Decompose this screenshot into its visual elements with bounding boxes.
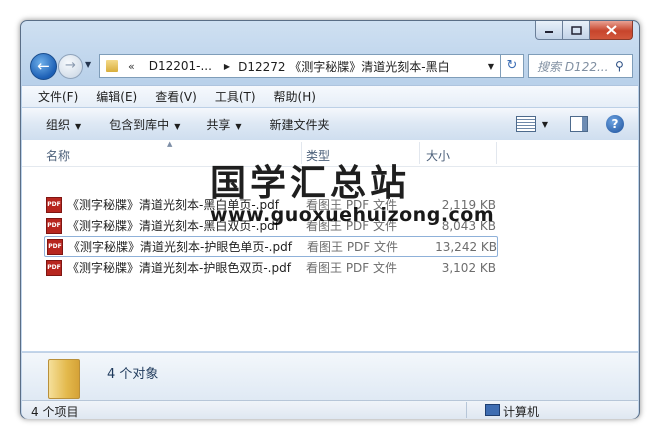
- pdf-icon: PDF: [46, 217, 62, 234]
- back-button[interactable]: ←: [30, 53, 57, 80]
- chevron-down-icon: ▼: [235, 121, 242, 131]
- include-in-library-button[interactable]: 包含到库中 ▼: [101, 116, 188, 133]
- maximize-button[interactable]: [563, 21, 590, 40]
- search-box[interactable]: 搜索 D122... ⚲: [528, 54, 633, 78]
- address-dropdown-icon[interactable]: ▼: [488, 62, 494, 71]
- status-bar: 4 个项目 计算机: [22, 400, 638, 419]
- breadcrumb-d12201[interactable]: D12201-...: [149, 59, 212, 73]
- view-dropdown-icon[interactable]: ▼: [542, 120, 548, 129]
- share-button[interactable]: 共享 ▼: [198, 116, 249, 133]
- folder-icon: [106, 60, 118, 72]
- column-name[interactable]: 名称: [46, 147, 70, 164]
- menu-bar: 文件(F) 编辑(E) 查看(V) 工具(T) 帮助(H): [22, 85, 638, 107]
- file-row[interactable]: PDF 《测字秘牒》清道光刻本-黑白单页-.pdf 看图王 PDF 文件 2,1…: [44, 195, 496, 214]
- refresh-icon: ↻: [506, 58, 518, 73]
- column-divider[interactable]: [419, 142, 420, 164]
- file-size: 8,043 KB: [441, 218, 496, 233]
- include-library-label: 包含到库中: [109, 117, 170, 132]
- file-row-selected[interactable]: PDF 《测字秘牒》清道光刻本-护眼色单页-.pdf 看图王 PDF 文件 13…: [44, 236, 498, 257]
- toolbar-right: ▼ ?: [515, 108, 638, 140]
- column-size[interactable]: 大小: [426, 147, 450, 164]
- preview-pane-icon[interactable]: [570, 116, 588, 132]
- file-name: 《测字秘牒》清道光刻本-黑白单页-.pdf: [67, 198, 279, 212]
- chevron-down-icon: ▼: [75, 121, 82, 131]
- address-bar[interactable]: « D12201-... ▶ D12272 《测字秘牒》清道光刻本-黑白 ▼: [99, 54, 501, 78]
- share-label: 共享: [206, 117, 231, 132]
- command-bar: 组织 ▼ 包含到库中 ▼ 共享 ▼ 新建文件夹 ▼ ?: [22, 107, 638, 141]
- organize-label: 组织: [46, 117, 71, 132]
- chevron-down-icon: ▼: [174, 121, 181, 131]
- file-name: 《测字秘牒》清道光刻本-黑白双页-.pdf: [67, 219, 279, 233]
- address-overflow[interactable]: «: [128, 60, 135, 73]
- new-folder-button[interactable]: 新建文件夹: [262, 116, 338, 133]
- recent-pages-dropdown[interactable]: ▼: [85, 57, 95, 73]
- minimize-icon: [545, 31, 553, 33]
- breadcrumb-separator-icon[interactable]: ▶: [224, 62, 230, 71]
- file-name: 《测字秘牒》清道光刻本-护眼色单页-.pdf: [68, 240, 292, 254]
- maximize-icon: [570, 25, 582, 35]
- view-options-icon[interactable]: [515, 116, 536, 132]
- file-name: 《测字秘牒》清道光刻本-护眼色双页-.pdf: [67, 261, 291, 275]
- file-type: 看图王 PDF 文件: [306, 198, 398, 212]
- breadcrumb-d12272[interactable]: D12272 《测字秘牒》清道光刻本-黑白: [238, 58, 450, 75]
- column-type[interactable]: 类型: [306, 147, 330, 164]
- forward-button[interactable]: →: [58, 54, 83, 79]
- column-headers: ▲ 名称 类型 大小: [22, 140, 638, 167]
- close-icon: [605, 25, 617, 35]
- menu-view[interactable]: 查看(V): [146, 88, 206, 105]
- navigation-bar: ← → ▼ « D12201-... ▶ D12272 《测字秘牒》清道光刻本-…: [30, 53, 633, 80]
- menu-file[interactable]: 文件(F): [22, 88, 87, 105]
- menu-help[interactable]: 帮助(H): [265, 88, 325, 105]
- computer-icon: [485, 404, 500, 416]
- file-size: 2,119 KB: [441, 197, 496, 212]
- object-count: 4 个对象: [107, 367, 159, 382]
- file-list: ▲ 名称 类型 大小 PDF 《测字秘牒》清道光刻本-黑白单页-.pdf 看图王…: [22, 140, 638, 351]
- pdf-icon: PDF: [47, 238, 63, 255]
- menu-edit[interactable]: 编辑(E): [87, 88, 146, 105]
- sort-ascending-icon: ▲: [167, 140, 173, 148]
- pdf-icon: PDF: [46, 259, 62, 276]
- file-type: 看图王 PDF 文件: [307, 240, 399, 254]
- file-size: 3,102 KB: [441, 260, 496, 275]
- status-divider: [466, 402, 467, 418]
- refresh-button[interactable]: ↻: [501, 54, 524, 78]
- forward-arrow-icon: →: [65, 58, 76, 73]
- column-divider[interactable]: [496, 142, 497, 164]
- minimize-button[interactable]: [535, 21, 563, 40]
- explorer-window: ← → ▼ « D12201-... ▶ D12272 《测字秘牒》清道光刻本-…: [20, 20, 640, 419]
- back-arrow-icon: ←: [37, 57, 50, 75]
- help-icon[interactable]: ?: [606, 115, 624, 133]
- file-size: 13,242 KB: [435, 239, 497, 254]
- search-icon[interactable]: ⚲: [615, 59, 624, 73]
- organize-button[interactable]: 组织 ▼: [38, 116, 89, 133]
- location-label: 计算机: [503, 405, 540, 419]
- caption-buttons: [535, 21, 633, 40]
- details-pane: 4 个对象: [22, 352, 638, 401]
- file-type: 看图王 PDF 文件: [306, 261, 398, 275]
- file-row[interactable]: PDF 《测字秘牒》清道光刻本-黑白双页-.pdf 看图王 PDF 文件 8,0…: [44, 216, 496, 235]
- item-count: 4 个项目: [31, 405, 79, 419]
- menu-tools[interactable]: 工具(T): [206, 88, 265, 105]
- close-button[interactable]: [590, 21, 633, 40]
- pdf-icon: PDF: [46, 196, 62, 213]
- search-input[interactable]: 搜索 D122...: [537, 58, 609, 75]
- file-type: 看图王 PDF 文件: [306, 219, 398, 233]
- file-row[interactable]: PDF 《测字秘牒》清道光刻本-护眼色双页-.pdf 看图王 PDF 文件 3,…: [44, 258, 496, 277]
- column-divider[interactable]: [301, 142, 302, 164]
- folder-icon: [48, 359, 80, 399]
